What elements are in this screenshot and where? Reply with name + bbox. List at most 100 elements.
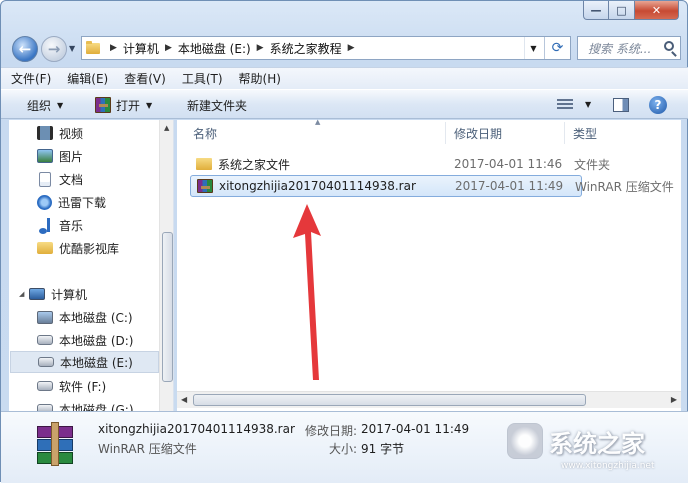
organize-label: 组织 xyxy=(27,98,52,113)
winrar-icon xyxy=(197,179,213,193)
scrollbar-thumb[interactable] xyxy=(162,232,173,382)
scrollbar-thumb[interactable] xyxy=(193,394,586,406)
address-dropdown[interactable]: ▼ xyxy=(524,37,542,59)
command-bar: 组织 ▼ 打开 ▼ 新建文件夹 ▼ ? xyxy=(1,89,688,119)
minimize-button[interactable]: — xyxy=(583,1,609,20)
menu-bar: 文件(F) 编辑(E) 查看(V) 工具(T) 帮助(H) xyxy=(1,67,688,89)
preview-pane-icon[interactable] xyxy=(613,98,629,112)
caption-buttons: — □ ✕ xyxy=(583,1,679,20)
sidebar-item-music[interactable]: 音乐 xyxy=(37,214,173,236)
file-row-folder[interactable]: 系统之家文件 2017-04-01 11:46 文件夹 xyxy=(190,153,610,175)
chevron-down-icon: ▼ xyxy=(146,100,153,110)
sidebar-item-label: 本地磁盘 (G:) xyxy=(59,402,134,412)
sidebar-item-youku[interactable]: 优酷影视库 xyxy=(37,237,173,259)
red-annotation-arrow xyxy=(293,204,321,380)
folder-icon xyxy=(196,158,212,170)
winrar-large-icon xyxy=(33,420,77,468)
organize-button[interactable]: 组织 ▼ xyxy=(27,90,63,120)
menu-tools[interactable]: 工具(T) xyxy=(182,70,223,87)
file-type: 文件夹 xyxy=(574,157,611,172)
sidebar-item-videos[interactable]: 视频 xyxy=(37,122,173,144)
computer-icon xyxy=(29,288,45,300)
menu-view[interactable]: 查看(V) xyxy=(124,70,166,87)
menu-help[interactable]: 帮助(H) xyxy=(239,70,281,87)
sidebar-item-drive-g[interactable]: 本地磁盘 (G:) xyxy=(37,398,173,412)
expand-arrow-icon[interactable]: ◢ xyxy=(19,290,24,298)
search-input[interactable]: 搜索 系统... xyxy=(577,36,681,60)
forward-button[interactable]: → xyxy=(41,36,67,62)
folder-icon xyxy=(37,242,53,254)
search-icon[interactable] xyxy=(664,41,674,51)
sidebar-item-documents[interactable]: 文档 xyxy=(37,168,173,190)
sidebar-item-drive-d[interactable]: 本地磁盘 (D:) xyxy=(37,329,173,351)
chevron-right-icon[interactable]: ▶ xyxy=(165,43,172,53)
details-file-type: WinRAR 压缩文件 xyxy=(98,442,197,456)
breadcrumb-computer[interactable]: 计算机 xyxy=(123,40,159,57)
archive-belt xyxy=(51,422,59,466)
picture-icon xyxy=(37,149,53,163)
chevron-right-icon[interactable]: ▶ xyxy=(257,43,264,53)
scroll-left-icon[interactable]: ◀ xyxy=(181,395,187,404)
chevron-right-icon[interactable]: ▶ xyxy=(348,43,355,53)
sidebar-item-pictures[interactable]: 图片 xyxy=(37,145,173,167)
document-icon xyxy=(39,171,51,187)
navigation-bar: ← → ▼ ▶ 计算机 ▶ 本地磁盘 (E:) ▶ 系统之家教程 ▶ ▼ ⟳ 搜… xyxy=(1,31,688,65)
details-modified-label: 修改日期: xyxy=(305,424,358,438)
column-divider[interactable] xyxy=(445,122,446,144)
watermark: 系统之家 xyxy=(507,423,645,459)
details-size-label: 大小: xyxy=(329,442,358,456)
sidebar-item-computer[interactable]: 计算机 xyxy=(29,283,173,305)
sidebar-item-label: 本地磁盘 (D:) xyxy=(59,333,134,348)
details-size-value: 91 字节 xyxy=(361,442,405,456)
open-button[interactable]: 打开 ▼ xyxy=(95,90,152,120)
winrar-icon xyxy=(95,97,111,113)
sidebar-scrollbar[interactable]: ▲ xyxy=(159,120,173,411)
details-file-name: xitongzhijia20170401114938.rar xyxy=(98,422,295,436)
help-icon[interactable]: ? xyxy=(649,96,667,114)
new-folder-label: 新建文件夹 xyxy=(187,98,248,113)
scroll-right-icon[interactable]: ▶ xyxy=(671,395,677,404)
menu-file[interactable]: 文件(F) xyxy=(11,70,51,87)
sort-ascending-icon: ▲ xyxy=(315,118,321,126)
sidebar-item-label: 视频 xyxy=(59,126,84,141)
drive-icon xyxy=(37,335,53,345)
sidebar-item-label: 优酷影视库 xyxy=(59,241,120,256)
column-header-type[interactable]: 类型 xyxy=(573,120,597,146)
drive-icon xyxy=(37,404,53,411)
sidebar-item-xunlei[interactable]: 迅雷下载 xyxy=(37,191,173,213)
view-dropdown[interactable]: ▼ xyxy=(585,100,591,109)
watermark-url: www.xitongzhijia.net xyxy=(561,461,655,471)
close-button[interactable]: ✕ xyxy=(635,1,679,20)
breadcrumb-drive-e[interactable]: 本地磁盘 (E:) xyxy=(178,40,251,57)
back-button[interactable]: ← xyxy=(12,36,38,62)
refresh-icon[interactable]: ⟳ xyxy=(544,37,570,59)
watermark-logo-icon xyxy=(507,423,543,459)
sidebar-item-label: 软件 (F:) xyxy=(59,379,107,394)
file-list: ▲ 名称 修改日期 类型 系统之家文件 2017-04-01 11:46 文件夹… xyxy=(177,118,681,411)
horizontal-scrollbar[interactable]: ◀ ▶ xyxy=(177,391,681,408)
navigation-pane: 视频 图片 文档 迅雷下载 音乐 优酷影视库 ◢ 计算机 本地磁盘 (C:) 本… xyxy=(9,120,174,411)
drive-icon xyxy=(38,357,54,367)
column-divider[interactable] xyxy=(564,122,565,144)
sidebar-item-label: 音乐 xyxy=(59,218,84,233)
file-name: xitongzhijia20170401114938.rar xyxy=(219,179,416,193)
sidebar-item-drive-f[interactable]: 软件 (F:) xyxy=(37,375,173,397)
sidebar-item-label: 本地磁盘 (E:) xyxy=(60,355,133,370)
sidebar-item-drive-e[interactable]: 本地磁盘 (E:) xyxy=(10,351,159,373)
menu-edit[interactable]: 编辑(E) xyxy=(67,70,108,87)
drive-icon xyxy=(37,381,53,391)
folder-icon xyxy=(86,40,100,54)
maximize-button[interactable]: □ xyxy=(609,1,635,20)
column-header-date[interactable]: 修改日期 xyxy=(454,120,502,146)
chevron-right-icon[interactable]: ▶ xyxy=(110,43,117,53)
breadcrumb-current-folder[interactable]: 系统之家教程 xyxy=(270,40,342,57)
chevron-down-icon: ▼ xyxy=(57,100,64,110)
column-header-name[interactable]: 名称 xyxy=(193,120,217,146)
address-bar[interactable]: ▶ 计算机 ▶ 本地磁盘 (E:) ▶ 系统之家教程 ▶ ▼ ⟳ xyxy=(81,36,571,60)
new-folder-button[interactable]: 新建文件夹 xyxy=(187,90,247,120)
sidebar-item-drive-c[interactable]: 本地磁盘 (C:) xyxy=(37,306,173,328)
scroll-up-icon[interactable]: ▲ xyxy=(164,124,169,132)
file-row-rar[interactable]: xitongzhijia20170401114938.rar 2017-04-0… xyxy=(190,175,674,197)
recent-pages-dropdown[interactable]: ▼ xyxy=(69,44,75,53)
view-options-icon[interactable] xyxy=(557,99,573,111)
